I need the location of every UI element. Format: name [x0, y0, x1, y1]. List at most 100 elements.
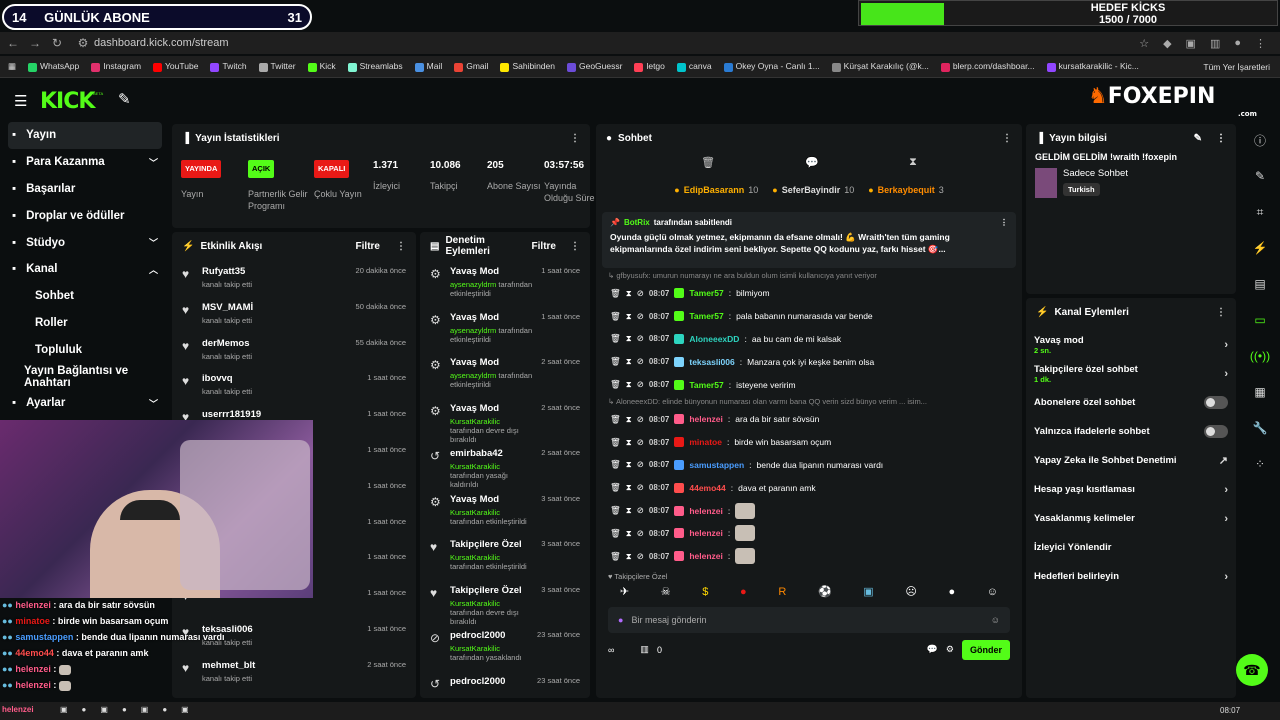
event-user[interactable]: userrr181919: [202, 409, 261, 420]
ban-icon[interactable]: ⊘: [637, 551, 644, 562]
bookmark-item[interactable]: Kürşat Karakılıç (@k...: [831, 61, 929, 72]
ban-icon[interactable]: ⊘: [637, 437, 644, 448]
kick-logo[interactable]: KICK: [40, 89, 95, 114]
channel-action-item[interactable]: Yapay Zeka ile Sohbet Denetimi ↗: [1026, 446, 1236, 475]
event-user[interactable]: mehmet_blt: [202, 660, 255, 671]
delete-icon[interactable]: 🗑: [610, 414, 621, 425]
chat-username[interactable]: Tamer57: [689, 380, 723, 390]
timeout-icon[interactable]: ⧗: [626, 356, 632, 367]
channel-action-item[interactable]: Yasaklanmış kelimeler ›: [1026, 504, 1236, 533]
bookmark-item[interactable]: Twitch: [210, 61, 247, 72]
timeout-icon[interactable]: ⧗: [626, 379, 632, 390]
edit-icon[interactable]: ✎: [1194, 133, 1202, 144]
channel-action-item[interactable]: Takipçilere özel sohbet 1 dk. ›: [1026, 359, 1236, 388]
bookmark-item[interactable]: Mail: [414, 61, 442, 72]
ban-icon[interactable]: ⊘: [637, 379, 644, 390]
ban-icon[interactable]: ⊘: [637, 482, 644, 493]
top-gifter[interactable]: ● SeferBayindir 10: [772, 185, 854, 195]
event-user[interactable]: derMemos: [202, 338, 252, 349]
sidebar-item[interactable]: ▪ Stüdyo ﹀: [0, 229, 170, 256]
gear-icon[interactable]: ⚙: [946, 644, 954, 655]
actions-menu-icon[interactable]: ⋮: [1216, 307, 1226, 318]
bookmark-item[interactable]: Okey Oyna - Canlı 1...: [723, 61, 820, 72]
delete-icon[interactable]: 🗑: [610, 459, 621, 470]
chat-username[interactable]: AloneeexDD: [689, 334, 739, 344]
chat-username[interactable]: helenzei: [689, 414, 723, 424]
event-user[interactable]: ibovvq: [202, 373, 252, 384]
bookmark-item[interactable]: Sahibinden: [500, 61, 555, 72]
timeout-icon[interactable]: ⧗: [626, 333, 632, 344]
pinned-menu-icon[interactable]: ⋮: [1000, 218, 1008, 227]
apps-icon[interactable]: ▦: [8, 61, 16, 72]
wrench-icon[interactable]: 🔧: [1240, 410, 1280, 446]
bookmark-item[interactable]: letgo: [634, 61, 665, 72]
info-menu-icon[interactable]: ⋮: [1216, 133, 1226, 144]
event-user[interactable]: Rufyatt35: [202, 266, 252, 277]
chat-bubble-icon[interactable]: 💬: [805, 156, 819, 169]
timeout-icon[interactable]: ⧗: [626, 459, 632, 470]
category-name[interactable]: Sadece Sohbet: [1063, 168, 1128, 179]
support-chat-button[interactable]: ☎: [1236, 654, 1268, 686]
chat-username[interactable]: Tamer57: [689, 288, 723, 298]
url-text[interactable]: dashboard.kick.com/stream: [94, 37, 229, 49]
chat-input[interactable]: ● Bir mesaj gönderin ☺: [608, 606, 1010, 633]
timeout-icon[interactable]: ⧗: [626, 505, 632, 516]
delete-icon[interactable]: 🗑: [610, 528, 621, 539]
sidebar-item[interactable]: ▪ Ayarlar ﹀: [0, 390, 170, 417]
bookmark-item[interactable]: Instagram: [91, 61, 141, 72]
ban-icon[interactable]: ⊘: [637, 333, 644, 344]
emote-bar[interactable]: ✈ ☠ $ ● R ⚽ ▣ ☹ ● ☺: [596, 581, 1022, 603]
chat-settings-icon[interactable]: 💬: [927, 644, 938, 655]
mod-user[interactable]: aysenazyldrm: [450, 371, 496, 380]
event-user[interactable]: MSV_MAMİ: [202, 302, 253, 313]
chat-username[interactable]: samustappen: [689, 460, 744, 470]
delete-icon[interactable]: 🗑: [610, 482, 621, 493]
screenshot-icon[interactable]: ⌗: [1240, 194, 1280, 230]
site-info-icon[interactable]: ⚙: [74, 36, 92, 50]
pin-icon[interactable]: ✎: [118, 90, 131, 108]
toggle-switch[interactable]: [1204, 396, 1228, 409]
gift-icon[interactable]: ▥: [640, 644, 649, 655]
sidebar-item[interactable]: ▪ Yayın: [8, 122, 162, 149]
forward-icon[interactable]: →: [26, 36, 44, 50]
menu-icon[interactable]: ⋮: [1255, 37, 1266, 50]
ban-icon[interactable]: ⊘: [637, 356, 644, 367]
bookmark-item[interactable]: Kick: [307, 61, 336, 72]
stats-menu-icon[interactable]: ⋮: [570, 133, 580, 144]
chat-username[interactable]: helenzei: [689, 551, 723, 561]
timeout-icon[interactable]: ⧗: [626, 288, 632, 299]
bookmark-item[interactable]: kursatkarakilic - Kic...: [1046, 61, 1139, 72]
broadcast-green-icon[interactable]: ((•)): [1240, 338, 1280, 374]
chat-username[interactable]: 44emo44: [689, 483, 725, 493]
mod-filter[interactable]: Filtre: [532, 241, 556, 252]
sidebar-item[interactable]: ▪ Başarılar: [0, 176, 170, 203]
sidebar-item[interactable]: ▪ Droplar ve ödüller: [0, 202, 170, 229]
chat-username[interactable]: helenzei: [689, 506, 723, 516]
server-icon[interactable]: ▦: [1240, 374, 1280, 410]
timeout-icon[interactable]: ⧗: [626, 528, 632, 539]
channel-action-item[interactable]: Hesap yaşı kısıtlaması ›: [1026, 475, 1236, 504]
delete-icon[interactable]: 🗑: [610, 333, 621, 344]
chat-menu-icon[interactable]: ⋮: [1002, 133, 1012, 144]
channel-action-item[interactable]: İzleyici Yönlendir: [1026, 533, 1236, 562]
mod-user[interactable]: KursatKarakilic: [450, 508, 500, 517]
timeout-icon[interactable]: ⧗: [626, 482, 632, 493]
chat-username[interactable]: helenzei: [689, 528, 723, 538]
toggle-switch[interactable]: [1204, 425, 1228, 438]
delete-icon[interactable]: 🗑: [610, 311, 621, 322]
top-gifter[interactable]: ● Berkaybequit 3: [868, 185, 943, 195]
mod-user[interactable]: aysenazyldrm: [450, 326, 496, 335]
ban-icon[interactable]: ⊘: [637, 459, 644, 470]
sidebar-item[interactable]: Yayın Bağlantısı ve Anahtarı: [0, 363, 170, 390]
avatar[interactable]: ●: [1234, 37, 1241, 50]
mod-menu-icon[interactable]: ⋮: [570, 241, 580, 252]
puzzle-icon[interactable]: ▣: [1186, 37, 1196, 50]
emoji-icon[interactable]: ☺: [991, 615, 1000, 625]
sidebar-item[interactable]: Topluluk: [0, 336, 170, 363]
bookmark-item[interactable]: blerp.com/dashboar...: [940, 61, 1035, 72]
events-menu-icon[interactable]: ⋮: [396, 241, 406, 252]
pencil-icon[interactable]: ✎: [1240, 158, 1280, 194]
channel-action-item[interactable]: Abonelere özel sohbet: [1026, 388, 1236, 417]
taskbar-apps[interactable]: ▣●▣●▣●▣: [60, 705, 203, 714]
mod-user[interactable]: KursatKarakilic: [450, 417, 500, 426]
